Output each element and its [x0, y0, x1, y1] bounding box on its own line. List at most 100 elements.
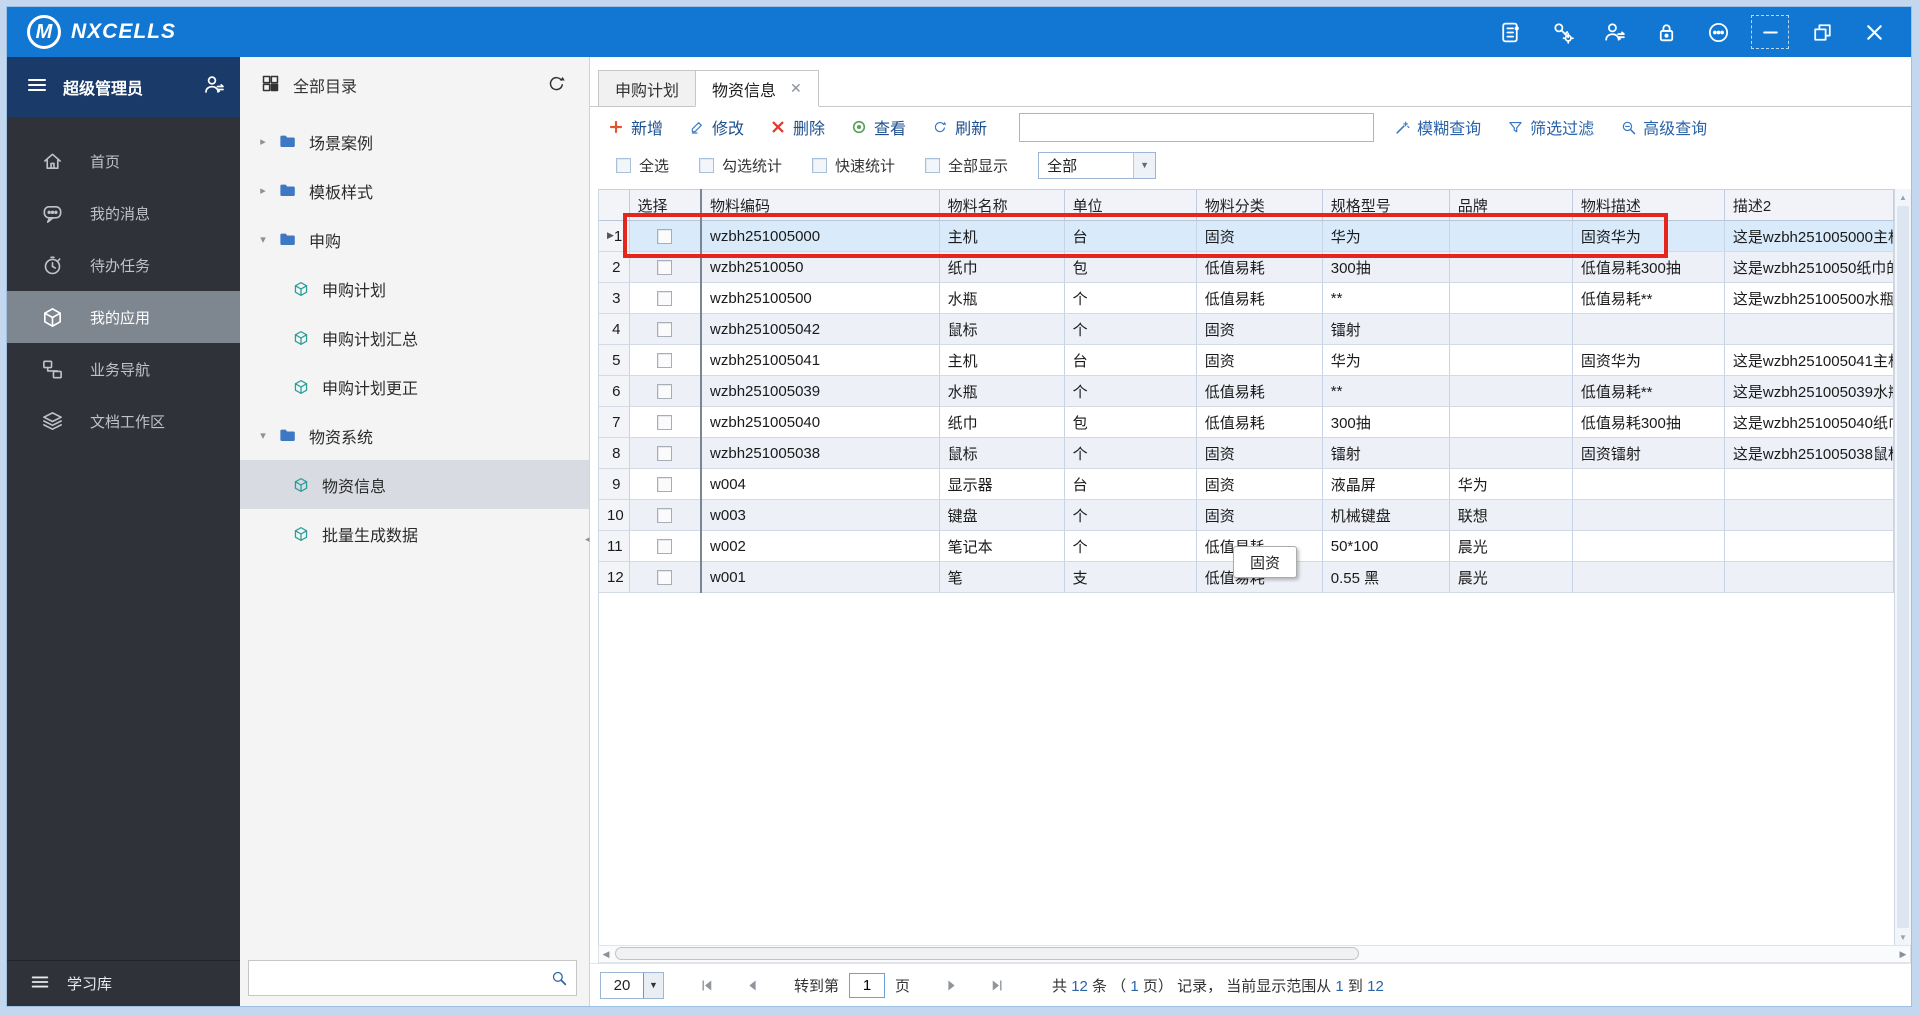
column-header[interactable]: 物料分类 [1196, 190, 1322, 221]
scroll-right-arrow[interactable]: ▶ [1896, 949, 1910, 960]
tree-item[interactable]: ▸场景案例 [240, 117, 589, 166]
row-checkbox[interactable] [657, 260, 672, 275]
column-header[interactable]: 规格型号 [1322, 190, 1449, 221]
first-page-button[interactable] [700, 978, 715, 993]
minimize-icon[interactable] [1751, 15, 1789, 49]
column-header[interactable]: 物料编码 [701, 190, 939, 221]
scroll-up-arrow[interactable]: ▲ [1895, 189, 1911, 205]
add-button[interactable]: 新增 [608, 115, 663, 139]
row-checkbox[interactable] [657, 229, 672, 244]
tree-item[interactable]: 物资信息 [240, 460, 589, 509]
vertical-scroll-thumb[interactable] [1897, 206, 1909, 928]
tree-item[interactable]: ▾申购 [240, 215, 589, 264]
cell-code: w001 [701, 562, 939, 593]
refresh-tree-icon[interactable] [546, 73, 567, 98]
column-header[interactable]: 物料描述 [1572, 190, 1724, 221]
table-row[interactable]: 10w003键盘个固资机械键盘联想 [599, 500, 1894, 531]
row-checkbox[interactable] [657, 322, 672, 337]
table-row[interactable]: 4wzbh251005042鼠标个固资镭射 [599, 314, 1894, 345]
fuzzy-search-link[interactable]: 模糊查询 [1394, 115, 1481, 139]
row-number-value: 6 [612, 383, 620, 400]
table-row[interactable]: 9w004显示器台固资液晶屏华为 [599, 469, 1894, 500]
column-header[interactable]: 品牌 [1449, 190, 1572, 221]
row-checkbox[interactable] [657, 508, 672, 523]
tree-item[interactable]: 申购计划更正 [240, 362, 589, 411]
close-tab-icon[interactable]: ✕ [790, 80, 802, 97]
row-checkbox[interactable] [657, 539, 672, 554]
table-row[interactable]: ▶1wzbh251005000主机台固资华为固资华为这是wzbh25100500… [599, 221, 1894, 252]
column-header[interactable]: 物料名称 [939, 190, 1064, 221]
expand-arrow[interactable]: ▸ [256, 135, 270, 148]
page-size-select[interactable]: 20 ▼ [600, 972, 664, 999]
catalog-search-input[interactable] [249, 961, 550, 995]
page-number-input[interactable] [849, 973, 885, 998]
expand-arrow[interactable]: ▾ [256, 233, 270, 246]
more-icon[interactable] [1699, 15, 1737, 49]
refresh-button[interactable]: 刷新 [932, 115, 987, 139]
column-header[interactable]: 单位 [1064, 190, 1196, 221]
column-header[interactable]: 描述2 [1724, 190, 1893, 221]
row-checkbox[interactable] [657, 570, 672, 585]
sidebar-item[interactable]: 待办任务 [7, 239, 240, 291]
notebook-icon[interactable] [1491, 15, 1529, 49]
row-checkbox[interactable] [657, 291, 672, 306]
checkbox[interactable] [699, 158, 714, 173]
tree-item[interactable]: 申购计划 [240, 264, 589, 313]
edit-button[interactable]: 修改 [689, 115, 744, 139]
switch-role-icon[interactable] [202, 73, 226, 101]
restore-icon[interactable] [1803, 15, 1841, 49]
table-row[interactable]: 6wzbh251005039水瓶个低值易耗**低值易耗**这是wzbh25100… [599, 376, 1894, 407]
record-summary: 共 12 条 （ 1 页） 记录， 当前显示范围从 1 到 12 [1052, 975, 1384, 996]
row-checkbox[interactable] [657, 477, 672, 492]
lock-icon[interactable] [1647, 15, 1685, 49]
tab-material-info[interactable]: 物资信息✕ [695, 70, 819, 107]
sidebar-item[interactable]: 首页 [7, 135, 240, 187]
scroll-down-arrow[interactable]: ▼ [1895, 929, 1911, 945]
row-checkbox[interactable] [657, 384, 672, 399]
checkbox[interactable] [812, 158, 827, 173]
close-icon[interactable] [1855, 15, 1893, 49]
row-checkbox[interactable] [657, 353, 672, 368]
last-page-button[interactable] [989, 978, 1004, 993]
search-icon[interactable] [550, 969, 576, 987]
menu-icon[interactable] [25, 73, 49, 101]
tree-item[interactable]: ▸模板样式 [240, 166, 589, 215]
tree-item[interactable]: 批量生成数据 [240, 509, 589, 558]
table-row[interactable]: 8wzbh251005038鼠标个固资镭射固资镭射这是wzbh251005038… [599, 438, 1894, 469]
checkbox[interactable] [925, 158, 940, 173]
sidebar-item[interactable]: 文档工作区 [7, 395, 240, 447]
key-settings-icon[interactable] [1543, 15, 1581, 49]
user-switch-icon[interactable] [1595, 15, 1633, 49]
horizontal-scroll-thumb[interactable] [615, 947, 1359, 960]
next-page-button[interactable] [944, 978, 959, 993]
sidebar-item[interactable]: 我的应用 [7, 291, 240, 343]
prev-page-button[interactable] [745, 978, 760, 993]
expand-arrow[interactable]: ▸ [256, 184, 270, 197]
row-checkbox[interactable] [657, 415, 672, 430]
checkbox[interactable] [616, 158, 631, 173]
expand-arrow[interactable]: ▾ [256, 429, 270, 442]
tree-item[interactable]: 申购计划汇总 [240, 313, 589, 362]
category-dropdown[interactable]: 全部▼ [1038, 152, 1156, 179]
table-row[interactable]: 2wzbh2510050纸巾包低值易耗300抽低值易耗300抽这是wzbh251… [599, 252, 1894, 283]
view-button[interactable]: 查看 [851, 115, 906, 139]
delete-button[interactable]: 删除 [770, 115, 825, 139]
table-row[interactable]: 7wzbh251005040纸巾包低值易耗300抽低值易耗300抽这是wzbh2… [599, 407, 1894, 438]
panel-collapse-handle[interactable]: ◂ [585, 527, 595, 551]
row-select-cell [629, 500, 701, 531]
app-logo: M NXCELLS [7, 15, 176, 49]
tree-item[interactable]: ▾物资系统 [240, 411, 589, 460]
filter-link[interactable]: 筛选过滤 [1507, 115, 1594, 139]
row-number-value: 3 [612, 290, 620, 307]
sidebar-item[interactable]: 我的消息 [7, 187, 240, 239]
tab-purchase-plan[interactable]: 申购计划 [598, 70, 696, 107]
table-row[interactable]: 5wzbh251005041主机台固资华为固资华为这是wzbh251005041… [599, 345, 1894, 376]
sidebar-item-learning-library[interactable]: 学习库 [7, 960, 240, 1006]
sidebar-item[interactable]: 业务导航 [7, 343, 240, 395]
grid-search-input[interactable] [1019, 113, 1374, 142]
row-checkbox[interactable] [657, 446, 672, 461]
advanced-search-link[interactable]: 高级查询 [1620, 115, 1707, 139]
column-header[interactable]: 选择 [629, 190, 701, 221]
scroll-left-arrow[interactable]: ◀ [599, 949, 613, 960]
table-row[interactable]: 3wzbh25100500水瓶个低值易耗**低值易耗**这是wzbh251005… [599, 283, 1894, 314]
